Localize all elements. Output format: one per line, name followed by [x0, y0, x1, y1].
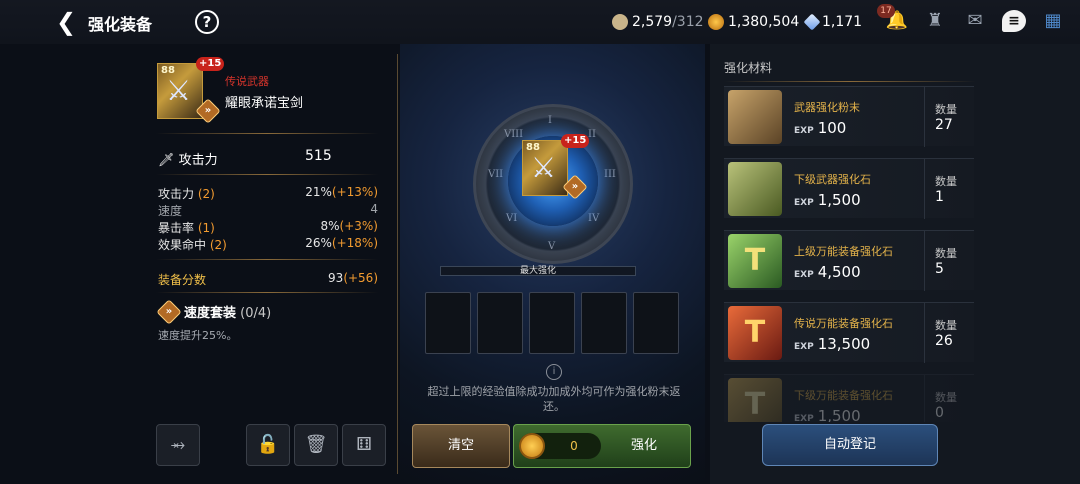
- currency-energy[interactable]: 2,579 /312: [612, 12, 704, 32]
- material-row[interactable]: 下级武器强化石 EXP 1,500 数量 1: [724, 158, 974, 219]
- page-title: 强化装备: [88, 15, 153, 34]
- item-grade: 传说武器: [225, 75, 269, 88]
- lock-icon: 🔓: [256, 434, 280, 455]
- materials-title: 强化材料: [724, 61, 773, 75]
- dice-icon: ⚅: [356, 434, 372, 455]
- divider: [156, 259, 378, 260]
- dice-button[interactable]: ⚅: [342, 424, 386, 466]
- gold-cost-value: 0: [570, 439, 578, 453]
- item-plus-badge: +15: [196, 57, 225, 71]
- enhance-panel: I II III IV V VI VII VIII 88 ⚔ +15 » 最大强…: [397, 44, 705, 484]
- divider: [724, 81, 976, 82]
- enhance-button[interactable]: 0 强化: [513, 424, 691, 468]
- divider: [156, 133, 378, 134]
- enhance-item-thumbnail[interactable]: 88 ⚔: [522, 140, 568, 196]
- crystal-value: 1,171: [822, 14, 863, 30]
- crystal-icon: [803, 13, 821, 31]
- material-slot[interactable]: [477, 292, 523, 354]
- trash-button[interactable]: 🗑: [294, 424, 338, 466]
- set-name: 速度套装 (0/4): [184, 306, 272, 321]
- currency-crystal[interactable]: 1,171: [803, 12, 863, 32]
- max-enhance-label: 最大强化: [519, 266, 556, 276]
- material-slot[interactable]: [425, 292, 471, 354]
- back-arrow-icon[interactable]: ❮: [56, 8, 82, 36]
- info-icon[interactable]: i: [546, 364, 562, 380]
- materials-panel: 强化材料 武器强化粉末 EXP 100 数量 27 下级武器强化石 EXP 1,500…: [710, 44, 1080, 484]
- rune-t-gold-icon: T: [728, 378, 782, 422]
- item-name: 耀眼承诺宝剑: [225, 96, 304, 111]
- score-row: 装备分数 93(+56): [158, 271, 378, 287]
- question-mark-icon[interactable]: ?: [195, 10, 219, 34]
- chat-icon[interactable]: ≡: [1002, 10, 1026, 32]
- material-slot[interactable]: [633, 292, 679, 354]
- main-stat-value: 515: [305, 148, 332, 164]
- gold-cost: 0: [519, 433, 601, 459]
- material-row[interactable]: T 下级万能装备强化石 EXP 1,500 数量 0: [724, 374, 974, 422]
- material-row[interactable]: T 传说万能装备强化石 EXP 13,500 数量 26: [724, 302, 974, 363]
- currency-gold[interactable]: 1,380,504: [708, 12, 799, 32]
- menu-grid-icon[interactable]: ▦: [1040, 8, 1066, 34]
- energy-value: 2,579: [632, 14, 673, 30]
- material-row[interactable]: 武器强化粉末 EXP 100 数量 27: [724, 86, 974, 147]
- sub-stat-row: 速度 4: [158, 202, 378, 218]
- mail-icon[interactable]: ✉: [962, 8, 988, 34]
- auto-register-button[interactable]: 自动登记: [762, 424, 938, 466]
- sub-stat-row: 效果命中 (2) 26%(+18%): [158, 236, 378, 252]
- gold-coin-icon: [708, 14, 724, 30]
- powder-icon: [728, 90, 782, 144]
- trash-icon: 🗑: [304, 434, 328, 455]
- stone-icon: [728, 162, 782, 216]
- enhance-label: 强化: [630, 438, 657, 453]
- main-stat-label: 🗡 攻击力: [158, 153, 218, 168]
- gold-coin-icon: [519, 433, 545, 459]
- sub-stat-row: 攻击力 (2) 21%(+13%): [158, 185, 378, 201]
- sword-icon: ⚔: [531, 151, 557, 184]
- rune-t-green-icon: T: [728, 234, 782, 288]
- share-button[interactable]: ⥇: [156, 424, 200, 466]
- divider: [156, 174, 378, 175]
- guild-icon[interactable]: ♜: [922, 8, 948, 34]
- set-description: 速度提升25%。: [158, 329, 238, 342]
- panel-divider: [397, 54, 398, 474]
- share-icon: ⥇: [170, 434, 186, 455]
- rune-t-red-icon: T: [728, 306, 782, 360]
- enhance-note: 超过上限的经验值除成功加成外均可作为强化粉末返还。: [427, 385, 681, 413]
- scroll-plus-icon: [612, 14, 628, 30]
- sword-stat-icon: 🗡: [158, 153, 175, 168]
- sword-icon: ⚔: [166, 74, 192, 107]
- clear-button[interactable]: 清空: [412, 424, 510, 468]
- lock-button[interactable]: 🔓: [246, 424, 290, 466]
- sub-stat-row: 暴击率 (1) 8%(+3%): [158, 219, 378, 235]
- energy-max: /312: [672, 14, 704, 30]
- bell-badge: 17: [877, 4, 895, 18]
- material-row[interactable]: T 上级万能装备强化石 EXP 4,500 数量 5: [724, 230, 974, 291]
- gold-value: 1,380,504: [728, 14, 800, 30]
- top-bar: ❮ 强化装备 ? 2,579 /312 1,380,504 1,171 🔔 17…: [0, 0, 1080, 44]
- enhance-plus-badge: +15: [561, 134, 590, 148]
- divider: [156, 292, 378, 293]
- material-slot[interactable]: [529, 292, 575, 354]
- material-slot[interactable]: [581, 292, 627, 354]
